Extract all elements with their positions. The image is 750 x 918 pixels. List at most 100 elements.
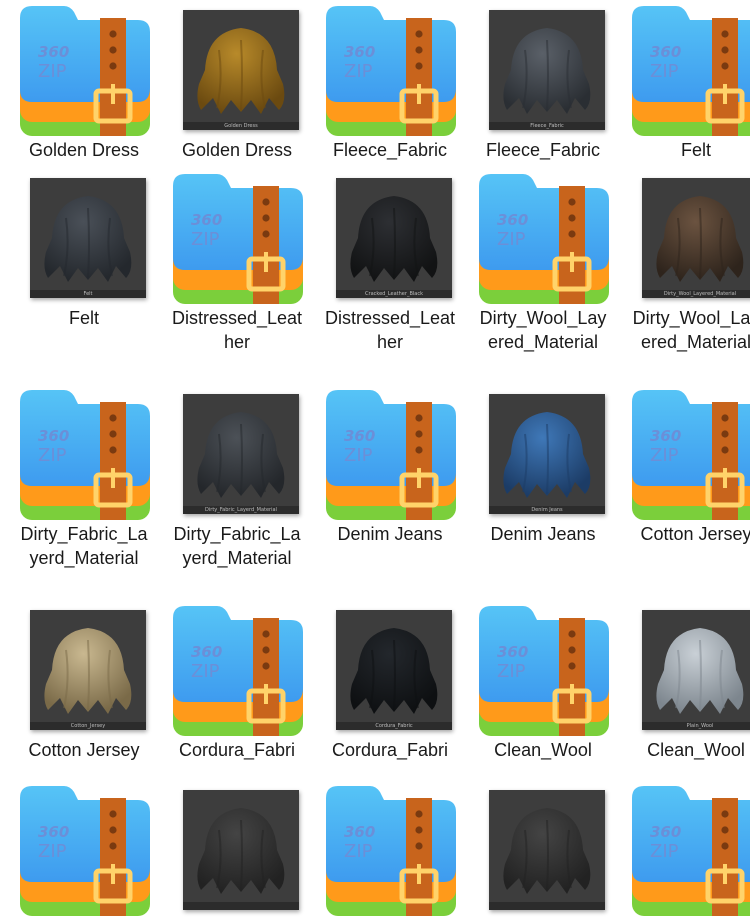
file-name-label: Felt — [68, 308, 99, 328]
material-preview-item[interactable]: Cordura_Fabric Cordura_Fabri — [320, 602, 460, 762]
svg-text:ZIP: ZIP — [38, 445, 67, 466]
360zip-archive-icon: 360 ZIP — [479, 174, 609, 304]
thumbnail-icon: Cracked_Leather_Black — [320, 170, 460, 306]
zip-file-item[interactable]: 360 ZIP — [626, 782, 750, 918]
image-thumbnail: Fleece_Fabric — [489, 10, 605, 130]
file-name-label: Clean_Wool — [494, 740, 592, 760]
material-preview-item[interactable]: Felt Felt — [14, 170, 154, 330]
material-preview-item[interactable]: Dirty_Fabric_Layerd_Material Dirty_Fabric… — [167, 386, 307, 570]
file-name-label: Distressed_Leather — [324, 308, 456, 352]
thumbnail-caption: Fleece_Fabric — [530, 123, 564, 129]
image-thumbnail: Cotton_Jersey — [30, 610, 146, 730]
zip-file-item[interactable]: 360 ZIP Dirty_Fabric_Layerd_Material — [14, 386, 154, 570]
zip-file-item[interactable]: 360 ZIP Cordura_Fabri — [167, 602, 307, 762]
material-preview-item[interactable]: Dirty_Wool_Layered_Material Dirty_Wool_La… — [626, 170, 750, 354]
fabric-drape-preview — [503, 808, 591, 894]
zip-file-item[interactable]: 360 ZIP — [320, 782, 460, 918]
zip-file-item[interactable]: 360 ZIP Felt — [626, 2, 750, 162]
file-name-label: Dirty_Wool_Layered_Material — [632, 308, 750, 352]
360zip-archive-icon: 360 ZIP — [20, 390, 150, 520]
file-name-label: Denim Jeans — [490, 524, 596, 544]
zip-archive-icon: 360 ZIP — [14, 2, 154, 138]
thumbnail-icon: Plain_Wool — [626, 602, 750, 738]
svg-text:360: 360 — [497, 211, 528, 229]
image-thumbnail: Dirty_Fabric_Layerd_Material — [183, 394, 299, 514]
360zip-archive-icon: 360 ZIP — [326, 786, 456, 916]
zip-archive-icon: 360 ZIP — [626, 782, 750, 918]
svg-text:360: 360 — [650, 43, 681, 61]
svg-text:ZIP: ZIP — [650, 841, 679, 862]
thumbnail-caption: Cracked_Leather_Black — [365, 291, 423, 297]
thumbnail-icon: Denim Jeans — [473, 386, 613, 522]
file-name-label: Felt — [680, 140, 711, 160]
svg-text:360: 360 — [344, 427, 375, 445]
svg-text:360: 360 — [344, 823, 375, 841]
zip-file-item[interactable]: 360 ZIP Clean_Wool — [473, 602, 613, 762]
thumbnail-caption: Plain_Wool — [686, 723, 714, 729]
zip-file-item[interactable]: 360 ZIP Denim Jeans — [320, 386, 460, 546]
thumbnail-icon: Felt — [14, 170, 154, 306]
thumbnail-icon — [167, 782, 307, 918]
zip-file-item[interactable]: 360 ZIP Golden Dress — [14, 2, 154, 162]
fabric-drape-preview — [656, 628, 744, 714]
image-thumbnail: Dirty_Wool_Layered_Material — [642, 178, 750, 298]
thumbnail-icon — [473, 782, 613, 918]
fabric-drape-preview — [656, 196, 744, 282]
thumbnail-caption: Denim Jeans — [531, 507, 563, 513]
360zip-archive-icon: 360 ZIP — [173, 606, 303, 736]
thumbnail-caption-bar — [489, 902, 605, 910]
svg-text:360: 360 — [38, 43, 69, 61]
image-thumbnail — [489, 790, 605, 910]
material-preview-item[interactable] — [167, 782, 307, 918]
zip-file-item[interactable]: 360 ZIP Dirty_Wool_Layered_Material — [473, 170, 613, 354]
zip-archive-icon: 360 ZIP — [167, 602, 307, 738]
zip-archive-icon: 360 ZIP — [320, 386, 460, 522]
fabric-drape-preview — [44, 628, 132, 714]
file-name-label: Cotton Jersey — [640, 524, 750, 544]
thumbnail-icon: Cotton_Jersey — [14, 602, 154, 738]
file-name-label: Fleece_Fabric — [485, 140, 601, 160]
material-preview-item[interactable]: Cotton_Jersey Cotton Jersey — [14, 602, 154, 762]
file-name-label: Clean_Wool — [647, 740, 745, 760]
zip-file-item[interactable]: 360 ZIP Fleece_Fabric — [320, 2, 460, 162]
thumbnail-icon: Dirty_Wool_Layered_Material — [626, 170, 750, 306]
360zip-archive-icon: 360 ZIP — [326, 390, 456, 520]
file-name-label: Fleece_Fabric — [332, 140, 448, 160]
svg-text:ZIP: ZIP — [191, 229, 220, 250]
360zip-archive-icon: 360 ZIP — [20, 6, 150, 136]
zip-file-item[interactable]: 360 ZIP Distressed_Leather — [167, 170, 307, 354]
file-name-label: Distressed_Leather — [171, 308, 303, 352]
material-preview-item[interactable]: Cracked_Leather_Black Distressed_Leather — [320, 170, 460, 354]
material-preview-item[interactable] — [473, 782, 613, 918]
svg-text:360: 360 — [497, 643, 528, 661]
file-name-label: Dirty_Fabric_Layerd_Material — [173, 524, 301, 568]
thumbnail-icon: Cordura_Fabric — [320, 602, 460, 738]
file-name-label: Cordura_Fabri — [178, 740, 296, 760]
svg-text:ZIP: ZIP — [191, 661, 220, 682]
zip-archive-icon: 360 ZIP — [626, 386, 750, 522]
svg-text:360: 360 — [344, 43, 375, 61]
thumbnail-caption: Cordura_Fabric — [375, 723, 413, 729]
thumbnail-icon: Fleece_Fabric — [473, 2, 613, 138]
material-preview-item[interactable]: Golden Dress Golden Dress — [167, 2, 307, 162]
image-thumbnail: Cracked_Leather_Black — [336, 178, 452, 298]
file-name-label: Cotton Jersey — [28, 740, 140, 760]
file-name-label: Dirty_Wool_Layered_Material — [479, 308, 607, 352]
360zip-archive-icon: 360 ZIP — [326, 6, 456, 136]
material-preview-item[interactable]: Denim Jeans Denim Jeans — [473, 386, 613, 546]
zip-archive-icon: 360 ZIP — [14, 782, 154, 918]
thumbnail-caption: Dirty_Fabric_Layerd_Material — [205, 507, 277, 513]
zip-file-item[interactable]: 360 ZIP Cotton Jersey — [626, 386, 750, 546]
360zip-archive-icon: 360 ZIP — [632, 786, 750, 916]
zip-archive-icon: 360 ZIP — [320, 2, 460, 138]
zip-file-item[interactable]: 360 ZIP — [14, 782, 154, 918]
svg-text:ZIP: ZIP — [497, 661, 526, 682]
material-preview-item[interactable]: Fleece_Fabric Fleece_Fabric — [473, 2, 613, 162]
material-preview-item[interactable]: Plain_Wool Clean_Wool — [626, 602, 750, 762]
svg-text:ZIP: ZIP — [38, 841, 67, 862]
file-name-label: Dirty_Fabric_Layerd_Material — [20, 524, 148, 568]
fabric-drape-preview — [197, 412, 285, 498]
fabric-drape-preview — [197, 28, 285, 114]
zip-archive-icon: 360 ZIP — [473, 170, 613, 306]
thumbnail-icon: Golden Dress — [167, 2, 307, 138]
